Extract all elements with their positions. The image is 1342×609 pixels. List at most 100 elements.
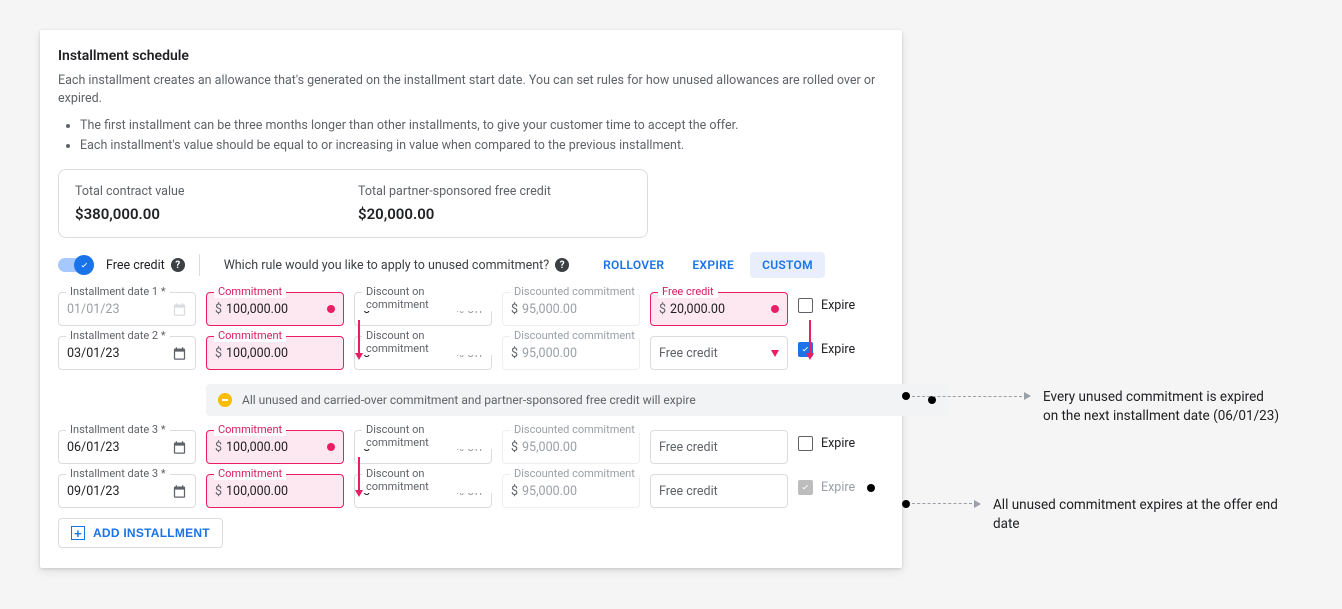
calendar-icon: [172, 302, 187, 317]
calendar-icon[interactable]: [172, 484, 187, 499]
field-label: Discounted commitment: [510, 467, 639, 480]
free-credit-label: Free credit ?: [106, 258, 185, 273]
currency-prefix: $: [659, 302, 666, 317]
commitment-field: Commitment$100,000.00: [206, 336, 344, 370]
arrowhead-icon: [974, 500, 981, 508]
arrow-icon: [354, 457, 364, 497]
tab-rollover[interactable]: ROLLOVER: [591, 252, 676, 278]
installment-date-field: Installment date 1 *01/01/23: [58, 292, 196, 326]
commitment-field: Commitment$100,000.00: [206, 292, 344, 326]
expire-cell: Expire: [798, 430, 855, 451]
help-icon[interactable]: ?: [555, 258, 569, 272]
free-credit-input[interactable]: Free credit: [650, 336, 788, 370]
currency-prefix: $: [511, 440, 518, 455]
discounted-value: 95,000.00: [522, 346, 577, 361]
field-label: Commitment: [214, 467, 286, 480]
add-installment-button[interactable]: + ADD INSTALLMENT: [58, 518, 223, 548]
rule-item: The first installment can be three month…: [80, 116, 884, 135]
rule-item: Each installment's value should be equal…: [80, 136, 884, 155]
free-credit-field: Free credit$20,000.00: [650, 292, 788, 326]
highlight-dot-icon: [771, 305, 779, 313]
field-label: Discount on commitment: [362, 467, 492, 493]
free-credit-placeholder: Free credit: [659, 484, 718, 499]
arrow-icon: [805, 320, 815, 360]
highlight-dot-icon: [327, 305, 335, 313]
rule-question: Which rule would you like to apply to un…: [214, 258, 569, 273]
calendar-icon[interactable]: [172, 346, 187, 361]
date-value: 03/01/23: [67, 346, 119, 361]
tab-expire[interactable]: EXPIRE: [680, 252, 746, 278]
free-credit-field: Free credit: [650, 474, 788, 508]
field-label: Free credit: [658, 285, 718, 298]
bullet-icon: [902, 500, 910, 508]
field-label: Commitment: [214, 285, 286, 298]
arrowhead-icon: [1024, 392, 1031, 400]
controls-row: Free credit ? Which rule would you like …: [58, 252, 884, 278]
currency-prefix: $: [215, 346, 222, 361]
commitment-value: 100,000.00: [226, 346, 288, 361]
total-free-credit-label: Total partner-sponsored free credit: [358, 184, 631, 199]
field-label: Commitment: [214, 423, 286, 436]
installment-date-field: Installment date 3 *09/01/23: [58, 474, 196, 508]
expire-banner: All unused and carried-over commitment a…: [206, 384, 948, 416]
bullet-icon: [902, 392, 910, 400]
free-credit-placeholder: Free credit: [659, 440, 718, 455]
expire-checkbox: [798, 480, 813, 495]
expire-checkbox[interactable]: [798, 436, 813, 451]
banner-text: All unused and carried-over commitment a…: [242, 393, 696, 407]
discounted-commitment-field: Discounted commitment$95,000.00: [502, 430, 640, 464]
installment-rows: Installment date 1 *01/01/23Commitment$1…: [58, 292, 884, 508]
installment-row: Installment date 3 *09/01/23 Commitment$1…: [58, 474, 884, 508]
field-label: Commitment: [214, 329, 286, 342]
summary-box: Total contract value $380,000.00 Total p…: [58, 169, 648, 238]
check-icon: [79, 260, 90, 271]
field-label: Installment date 2 *: [66, 329, 170, 342]
date-value: 09/01/23: [67, 484, 119, 499]
currency-prefix: $: [215, 302, 222, 317]
field-label: Discounted commitment: [510, 285, 639, 298]
free-credit-toggle[interactable]: [58, 258, 92, 272]
calendar-icon[interactable]: [172, 440, 187, 455]
arrow-icon: [354, 320, 364, 360]
free-credit-input[interactable]: Free credit: [650, 430, 788, 464]
expire-label: Expire: [821, 298, 855, 313]
discount-field: Discount on commitment5% off: [354, 292, 492, 326]
total-contract-value: $380,000.00: [75, 205, 348, 223]
currency-prefix: $: [215, 440, 222, 455]
commitment-value: 100,000.00: [226, 484, 288, 499]
page-title: Installment schedule: [58, 48, 884, 64]
expire-checkbox[interactable]: [798, 298, 813, 313]
currency-prefix: $: [511, 302, 518, 317]
field-label: Discount on commitment: [362, 423, 492, 449]
expire-label: Expire: [821, 342, 855, 357]
dashed-line: [912, 503, 972, 504]
installment-date-field: Installment date 2 *03/01/23: [58, 336, 196, 370]
discount-field: Discount on commitment5% off: [354, 430, 492, 464]
currency-prefix: $: [511, 346, 518, 361]
field-label: Installment date 3 *: [66, 423, 170, 436]
warning-icon: [218, 393, 232, 407]
field-label: Discounted commitment: [510, 329, 639, 342]
help-icon[interactable]: ?: [171, 258, 185, 272]
installment-row: Installment date 2 *03/01/23 Commitment$1…: [58, 336, 884, 370]
discounted-value: 95,000.00: [522, 440, 577, 455]
installment-row: Installment date 3 *06/01/23Commitment$1…: [58, 430, 884, 464]
discounted-value: 95,000.00: [522, 484, 577, 499]
expire-label: Expire: [821, 436, 855, 451]
discount-field: Discount on commitment5% off: [354, 474, 492, 508]
plus-icon: +: [71, 526, 85, 540]
field-label: Installment date 1 *: [66, 285, 170, 298]
total-free-credit-value: $20,000.00: [358, 205, 631, 223]
commitment-field: Commitment$100,000.00: [206, 474, 344, 508]
installment-row: Installment date 1 *01/01/23 Commitment$1…: [58, 292, 884, 326]
divider: [199, 254, 200, 276]
discount-field: Discount on commitment5% off: [354, 336, 492, 370]
tab-custom[interactable]: CUSTOM: [750, 252, 825, 278]
free-credit-field: Free credit: [650, 336, 788, 370]
annotation: Every unused commitment is expired on th…: [902, 388, 1282, 426]
installment-card: Installment schedule Each installment cr…: [40, 30, 902, 568]
currency-prefix: $: [215, 484, 222, 499]
free-credit-input[interactable]: Free credit: [650, 474, 788, 508]
highlight-dot-icon: [327, 443, 335, 451]
field-label: Discount on commitment: [362, 285, 492, 311]
